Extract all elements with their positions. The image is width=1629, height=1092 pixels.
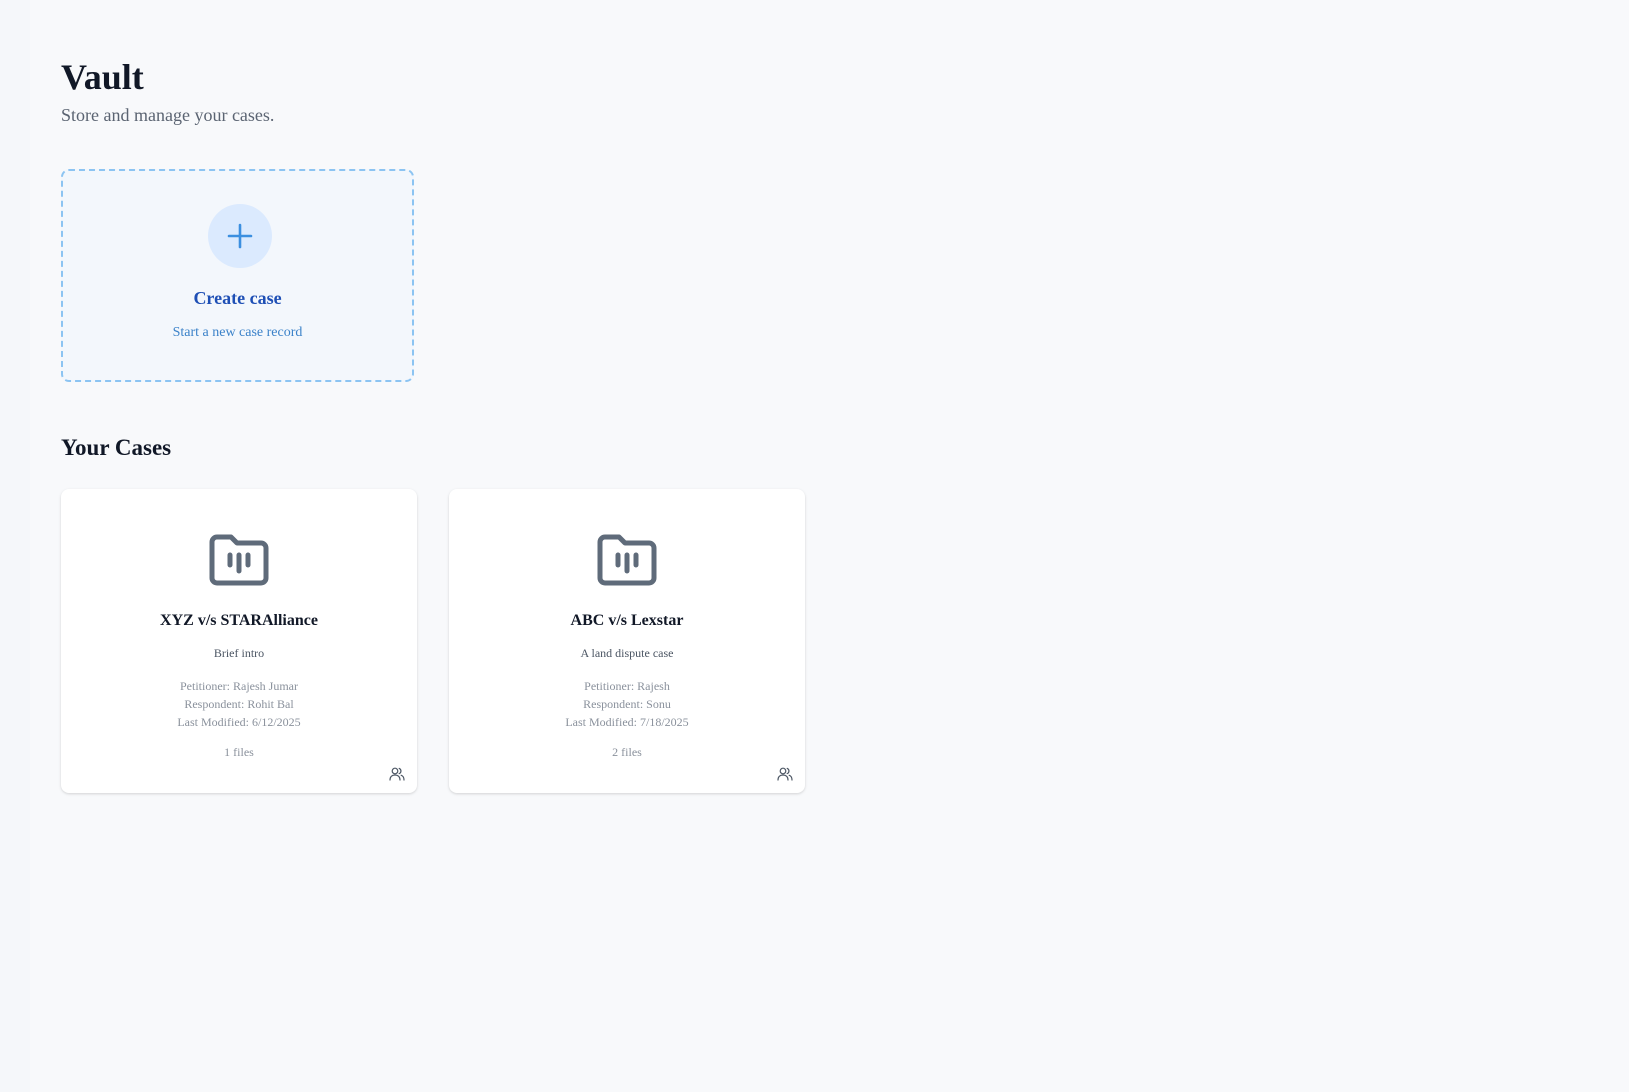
create-case-card[interactable]: Create case Start a new case record: [61, 169, 414, 382]
case-last-modified: Last Modified: 7/18/2025: [565, 715, 689, 729]
case-petitioner: Petitioner: Rajesh Jumar: [180, 679, 298, 693]
plus-icon: [208, 204, 272, 268]
vault-page: Vault Store and manage your cases. Creat…: [0, 0, 1629, 1092]
folder-icon: [597, 534, 657, 586]
case-file-count: 1 files: [224, 745, 254, 759]
case-last-modified: Last Modified: 6/12/2025: [177, 715, 301, 729]
case-respondent: Respondent: Sonu: [583, 697, 671, 711]
create-case-description: Start a new case record: [172, 325, 303, 340]
page-subtitle: Store and manage your cases.: [61, 105, 275, 125]
create-case-title: Create case: [193, 288, 282, 308]
users-icon[interactable]: [777, 766, 793, 782]
page-title: Vault: [61, 57, 144, 97]
case-respondent: Respondent: Rohit Bal: [184, 697, 294, 711]
case-title: XYZ v/s STARAlliance: [160, 612, 318, 629]
folder-icon: [209, 534, 269, 586]
case-title: ABC v/s Lexstar: [570, 612, 684, 629]
case-meta: Petitioner: Rajesh Respondent: Sonu Last…: [449, 677, 805, 731]
case-meta: Petitioner: Rajesh Jumar Respondent: Roh…: [61, 677, 417, 731]
case-description: A land dispute case: [580, 646, 674, 660]
case-file-count: 2 files: [612, 745, 642, 759]
sidebar-strip: [0, 0, 30, 1092]
case-card-abc-lexstar[interactable]: ABC v/s Lexstar A land dispute case Peti…: [449, 489, 805, 793]
your-cases-heading: Your Cases: [61, 435, 172, 460]
case-description: Brief intro: [213, 646, 265, 660]
users-icon[interactable]: [389, 766, 405, 782]
case-petitioner: Petitioner: Rajesh: [584, 679, 670, 693]
case-card-xyz-staralliance[interactable]: XYZ v/s STARAlliance Brief intro Petitio…: [61, 489, 417, 793]
